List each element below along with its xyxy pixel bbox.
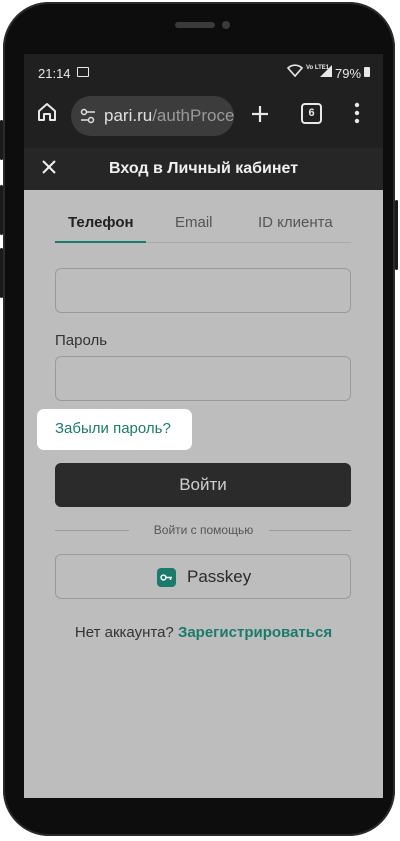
more-menu-icon[interactable] (354, 102, 360, 124)
register-link[interactable]: Зарегистрироваться (178, 624, 332, 641)
status-time: 21:14 (38, 66, 71, 81)
tab-client-id[interactable]: ID клиента (258, 214, 333, 231)
passkey-button[interactable]: Passkey (55, 554, 351, 599)
tab-email[interactable]: Email (175, 214, 213, 231)
key-icon (157, 568, 176, 587)
url-text: pari.ru/authProce (104, 106, 234, 126)
browser-toolbar: pari.ru/authProce 6 (24, 88, 383, 148)
tab-phone[interactable]: Телефон (68, 214, 134, 231)
site-settings-icon[interactable] (80, 108, 96, 124)
phone-frame: 21:14 Vo LTE1 79% pari.ru/authProce 6 Вх… (3, 2, 395, 836)
home-icon[interactable] (36, 101, 58, 123)
login-header: Вход в Личный кабинет (24, 148, 383, 190)
register-prompt: Нет аккаунта? Зарегистрироваться (24, 624, 383, 641)
phone-input[interactable] (55, 268, 351, 313)
screen: 21:14 Vo LTE1 79% pari.ru/authProce 6 Вх… (24, 54, 383, 798)
side-button (395, 200, 398, 270)
speaker-grille (175, 22, 215, 28)
divider-line-right (269, 530, 351, 531)
password-input[interactable] (55, 356, 351, 401)
battery-icon (364, 67, 370, 77)
image-notification-icon (77, 67, 89, 77)
battery-percent: 79% (335, 66, 362, 81)
signal-icon (320, 65, 332, 77)
login-button[interactable]: Войти (55, 463, 351, 507)
side-button (0, 185, 3, 235)
password-label: Пароль (55, 332, 108, 349)
tab-switcher-button[interactable]: 6 (301, 103, 322, 124)
page-title: Вход в Личный кабинет (108, 160, 299, 177)
address-bar[interactable]: pari.ru/authProce (71, 96, 234, 136)
forgot-password-link[interactable]: Забыли пароль? (55, 420, 171, 437)
wifi-icon (287, 64, 303, 78)
side-button (0, 120, 3, 160)
active-tab-indicator (55, 241, 146, 243)
status-bar: 21:14 Vo LTE1 79% (24, 54, 383, 88)
side-button (0, 248, 3, 298)
no-account-text: Нет аккаунта? (74, 624, 174, 641)
url-host: pari.ru (104, 106, 153, 125)
new-tab-icon[interactable] (250, 104, 270, 124)
passkey-label: Passkey (187, 567, 252, 586)
url-path: /authProce (152, 106, 234, 125)
forgot-password-highlight: Забыли пароль? (37, 409, 192, 450)
front-camera (222, 21, 230, 29)
